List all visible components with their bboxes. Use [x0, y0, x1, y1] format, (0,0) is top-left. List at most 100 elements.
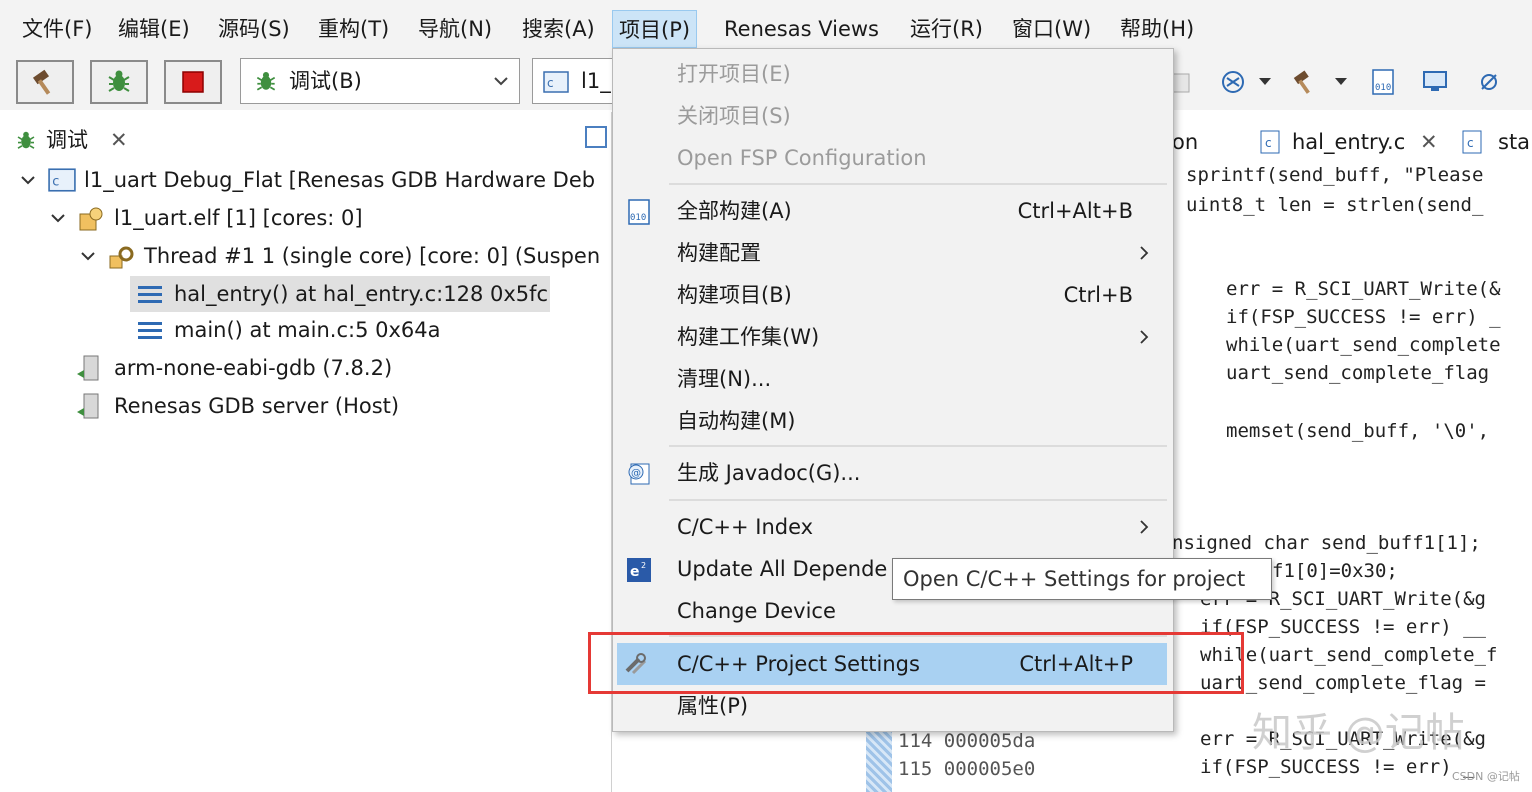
- chevron-right-icon: [1140, 520, 1149, 534]
- tree-row-label: l1_uart.elf [1] [cores: 0]: [114, 206, 363, 230]
- disassembly-line[interactable]: 115 000005e0: [898, 758, 1035, 780]
- javadoc-icon: @: [628, 463, 650, 485]
- binary-file-icon[interactable]: 010: [1368, 68, 1398, 96]
- menu-item-open-project[interactable]: 打开项目(E): [613, 53, 1173, 95]
- debug-view: 调试 ✕ c l1_uart Debug_Flat [Renesas GDB H…: [0, 112, 612, 792]
- e2-studio-icon: e2: [627, 558, 651, 582]
- disassembly-line[interactable]: 114 000005da: [898, 730, 1035, 752]
- launch-mode-select[interactable]: 调试(B): [240, 58, 520, 104]
- svg-text:010: 010: [1375, 83, 1391, 93]
- tree-row-label: l1_uart Debug_Flat [Renesas GDB Hardware…: [84, 168, 596, 192]
- menu-source[interactable]: 源码(S): [212, 10, 296, 48]
- debug-button[interactable]: [90, 60, 148, 104]
- menu-separator: [669, 445, 1167, 447]
- menu-item-label: 清理(N)...: [677, 367, 772, 391]
- disconnect-icon[interactable]: [1474, 68, 1504, 96]
- menu-item-label: 全部构建(A): [677, 199, 792, 223]
- chevron-down-icon: [51, 214, 65, 223]
- menu-window[interactable]: 窗口(W): [1006, 10, 1097, 48]
- binary-file-icon: 010: [628, 199, 650, 225]
- menu-item-label: 生成 Javadoc(G)...: [677, 461, 861, 485]
- tab-hal-entry[interactable]: c hal_entry.c ✕: [1258, 122, 1438, 162]
- monitor-icon[interactable]: [1420, 68, 1450, 96]
- stop-icon: [182, 71, 204, 93]
- code-line[interactable]: memset(send_buff, '\0',: [1226, 420, 1489, 442]
- svg-text:c: c: [1265, 136, 1272, 150]
- menu-refactor[interactable]: 重构(T): [312, 10, 395, 48]
- launch-config-select[interactable]: c l1_: [532, 58, 622, 104]
- target-icon[interactable]: [1218, 68, 1248, 96]
- menu-separator: [669, 499, 1167, 501]
- c-file-icon: c: [1260, 130, 1280, 154]
- process-icon: [79, 207, 103, 231]
- chevron-right-icon: [1140, 246, 1149, 260]
- launch-config-value: l1_: [581, 69, 611, 93]
- c-file-icon: c: [1462, 130, 1482, 154]
- menu-item-auto-build[interactable]: 自动构建(M): [613, 400, 1173, 442]
- chevron-right-icon: [1140, 330, 1149, 344]
- chevron-down-icon: [21, 176, 35, 185]
- menu-separator: [669, 183, 1167, 185]
- bug-icon: [256, 72, 276, 91]
- build-dropdown-icon[interactable]: [1332, 68, 1350, 96]
- launch-mode-value: 调试(B): [289, 69, 362, 93]
- menu-run[interactable]: 运行(R): [904, 10, 989, 48]
- svg-text:2: 2: [641, 561, 646, 570]
- menu-search[interactable]: 搜索(A): [516, 10, 601, 48]
- code-line[interactable]: f1[0]=0x30;: [1272, 560, 1398, 582]
- menu-item-javadoc[interactable]: @ 生成 Javadoc(G)...: [613, 452, 1173, 494]
- code-line[interactable]: sprintf(send_buff, "Please: [1186, 164, 1483, 186]
- c-project-icon: c: [543, 71, 569, 93]
- target-dropdown-icon[interactable]: [1256, 68, 1274, 96]
- menu-file[interactable]: 文件(F): [16, 10, 98, 48]
- chevron-down-icon: [494, 77, 508, 86]
- code-line[interactable]: if(FSP_SUCCESS != err) _: [1226, 306, 1501, 328]
- menu-item-open-fsp[interactable]: Open FSP Configuration: [613, 137, 1173, 179]
- close-icon[interactable]: ✕: [1420, 122, 1438, 162]
- menu-item-build-working-set[interactable]: 构建工作集(W): [613, 316, 1173, 358]
- small-watermark: CSDN @记帖: [1452, 770, 1520, 783]
- tree-row-frame-hal-entry[interactable]: hal_entry() at hal_entry.c:128 0x5fc: [130, 276, 550, 312]
- menu-item-label: 关闭项目(S): [677, 104, 791, 128]
- code-line[interactable]: while(uart_send_complete_f: [1200, 644, 1497, 666]
- tree-row-label: Thread #1 1 (single core) [core: 0] (Sus…: [144, 244, 601, 268]
- menu-item-label: 构建项目(B): [677, 283, 792, 307]
- minimize-view-button[interactable]: [585, 126, 607, 148]
- tab-editor-partial[interactable]: on: [1172, 122, 1198, 162]
- menu-item-cpp-index[interactable]: C/C++ Index: [613, 506, 1173, 548]
- svg-text:c: c: [547, 76, 554, 90]
- menu-edit[interactable]: 编辑(E): [112, 10, 196, 48]
- svg-text:@: @: [631, 468, 641, 479]
- menu-renesas-views[interactable]: Renesas Views: [718, 10, 885, 48]
- breakpoint-gutter[interactable]: [866, 730, 892, 792]
- menu-item-build-project[interactable]: 构建项目(B) Ctrl+B: [613, 274, 1173, 316]
- stack-frame-icon: [138, 322, 162, 339]
- tree-row-label: main() at main.c:5 0x64a: [174, 318, 441, 342]
- svg-text:c: c: [1467, 136, 1474, 150]
- stop-button[interactable]: [164, 60, 222, 104]
- c-project-icon: c: [48, 168, 76, 192]
- menu-navigate[interactable]: 导航(N): [412, 10, 498, 48]
- server-icon: [77, 355, 99, 381]
- code-line[interactable]: nsigned char send_buff1[1];: [1172, 532, 1481, 554]
- code-line[interactable]: if(FSP_SUCCESS != err) _: [1200, 756, 1475, 778]
- build-button[interactable]: [16, 60, 74, 104]
- stack-frame-icon: [138, 286, 162, 303]
- menu-item-close-project[interactable]: 关闭项目(S): [613, 95, 1173, 137]
- menu-item-build-config[interactable]: 构建配置: [613, 232, 1173, 274]
- menu-help[interactable]: 帮助(H): [1114, 10, 1200, 48]
- thread-icon: [109, 246, 134, 269]
- bug-icon: [108, 70, 130, 92]
- code-line[interactable]: while(uart_send_complete: [1226, 334, 1501, 356]
- hammer-icon[interactable]: [1290, 68, 1320, 96]
- code-line[interactable]: err = R_SCI_UART_Write(&: [1226, 278, 1501, 300]
- menu-item-label: 打开项目(E): [677, 62, 791, 86]
- menu-project[interactable]: 项目(P): [612, 10, 698, 48]
- code-line[interactable]: uint8_t len = strlen(send_: [1186, 194, 1483, 216]
- code-line[interactable]: uart_send_complete_flag: [1226, 362, 1489, 384]
- menu-item-clean[interactable]: 清理(N)...: [613, 358, 1173, 400]
- svg-text:e: e: [630, 564, 640, 580]
- close-icon[interactable]: ✕: [110, 120, 128, 160]
- tooltip: Open C/C++ Settings for project: [892, 558, 1272, 600]
- menu-item-build-all[interactable]: 010 全部构建(A) Ctrl+Alt+B: [613, 190, 1173, 232]
